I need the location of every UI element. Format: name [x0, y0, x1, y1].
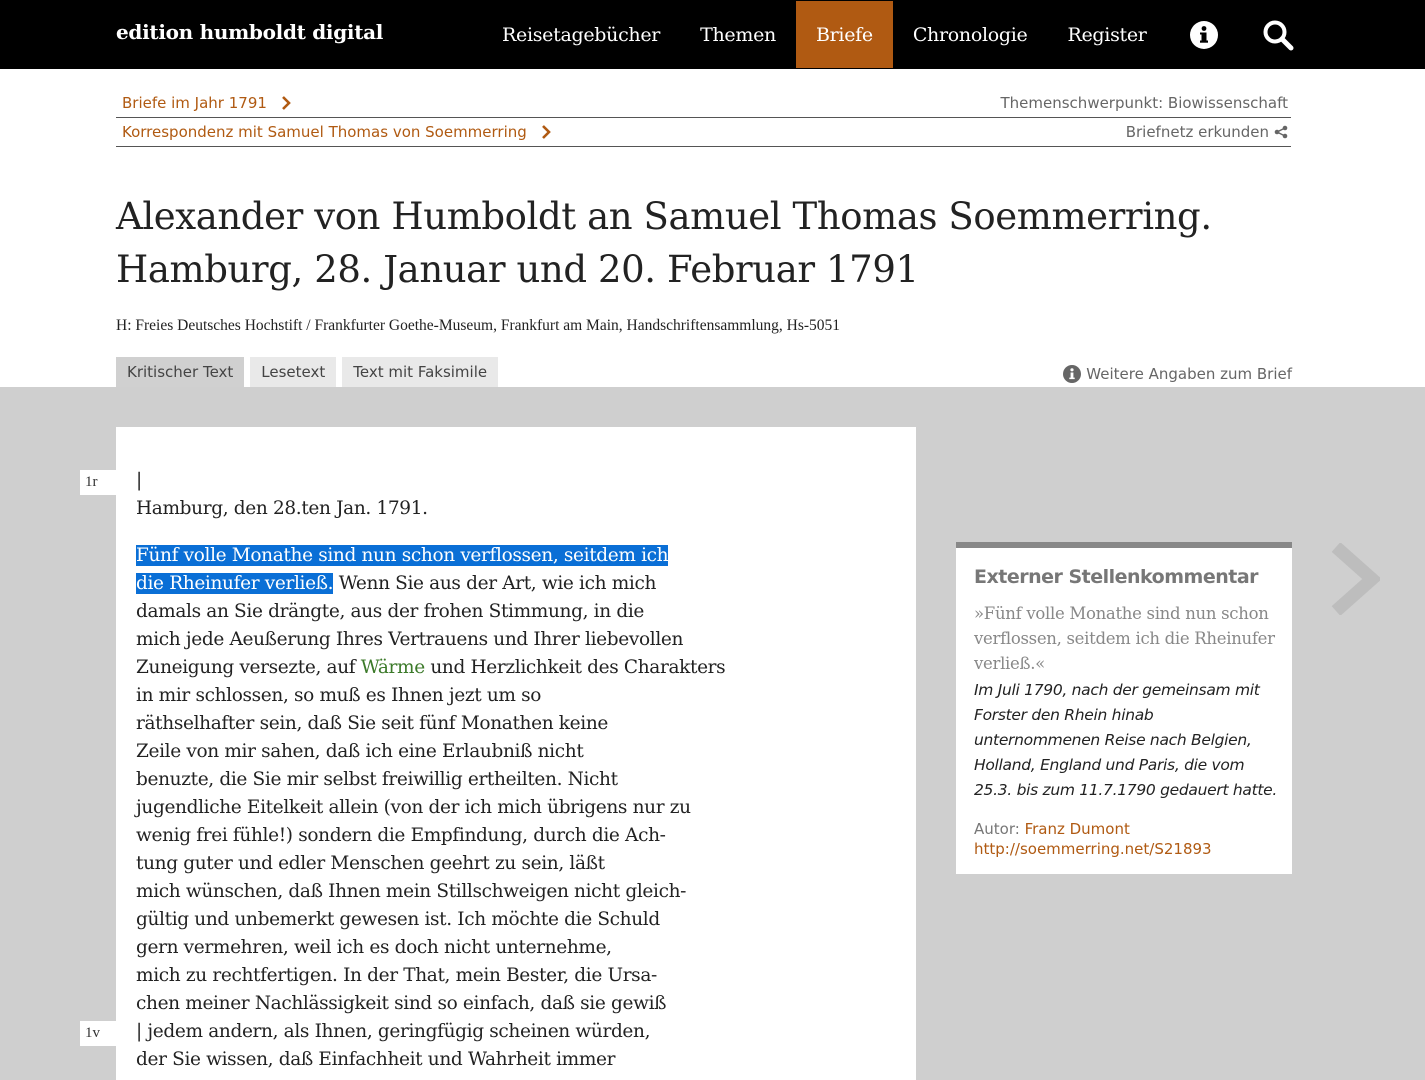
title-line-1: Alexander von Humboldt an Samuel Thomas … [116, 195, 1212, 238]
breadcrumb-label: Briefe im Jahr 1791 [122, 94, 267, 112]
page-break-marker: | [136, 470, 142, 491]
external-commentary-panel: Externer Stellenkommentar »Fünf volle Mo… [956, 542, 1292, 874]
commentary-source-link[interactable]: http://soemmerring.net/S21893 [974, 840, 1212, 858]
text-line: in mir schlossen, so muß es Ihnen jezt u… [136, 685, 542, 706]
nav-item-reisetagebuecher[interactable]: Reisetagebücher [482, 1, 680, 68]
text-line: chen meiner Nachlässigkeit sind so einfa… [136, 993, 667, 1014]
page-title: Alexander von Humboldt an Samuel Thomas … [116, 190, 1296, 296]
text-line: mich zu rechtfertigen. In der That, mein… [136, 965, 657, 986]
text-line: räthselhafter sein, daß Sie seit fünf Mo… [136, 713, 608, 734]
view-tabs: Kritischer Text Lesetext Text mit Faksim… [116, 357, 504, 387]
text-fragment: Zuneigung versezte, auf [136, 657, 361, 678]
more-info-link[interactable]: Weitere Angaben zum Brief [1063, 365, 1292, 383]
next-comment-button[interactable] [1326, 542, 1382, 620]
text-fragment: und Herzlichkeit des Charakters [424, 657, 726, 678]
letter-network-link[interactable]: Briefnetz erkunden [1126, 123, 1288, 141]
more-info-label: Weitere Angaben zum Brief [1086, 365, 1292, 383]
letter-network-label: Briefnetz erkunden [1125, 123, 1269, 141]
text-line: tung guter und edler Menschen geehrt zu … [136, 853, 605, 874]
breadcrumb-row-correspondence: Korrespondenz mit Samuel Thomas von Soem… [116, 118, 1291, 147]
tab-kritischer-text[interactable]: Kritischer Text [116, 357, 245, 387]
text-line: der Sie wissen, daß Einfachheit und Wahr… [136, 1049, 616, 1070]
text-line: damals an Sie drängte, aus der frohen St… [136, 601, 644, 622]
nav-item-themen[interactable]: Themen [680, 1, 796, 68]
text-line: gern vermehren, weil ich es doch nicht u… [136, 937, 612, 958]
text-line: Zeile von mir sahen, daß ich eine Erlaub… [136, 741, 584, 762]
text-line: mich jede Aeußerung Ihres Vertrauens und… [136, 629, 684, 650]
share-icon [1274, 125, 1288, 139]
text-line: wenig frei fühle!) sondern die Empfindun… [136, 825, 666, 846]
text-line: jugendliche Eitelkeit allein (von der ic… [136, 797, 691, 818]
letter-dateline: Hamburg, den 28.ten Jan. 1791. [136, 498, 428, 519]
chevron-right-icon [541, 125, 551, 139]
text-line: die Rheinufer verließ. Wenn Sie aus der … [136, 570, 656, 598]
text-line: | jedem andern, als Ihnen, geringfügig s… [136, 1021, 651, 1042]
manuscript-source: H: Freies Deutsches Hochstift / Frankfur… [116, 317, 841, 334]
chevron-right-icon [282, 96, 291, 110]
tab-text-mit-faksimile[interactable]: Text mit Faksimile [342, 357, 499, 387]
breadcrumb-row-year: Briefe im Jahr 1791 Themenschwerpunkt: B… [116, 89, 1291, 118]
text-line: Zuneigung versezte, auf Wärme und Herzli… [136, 654, 726, 682]
nav-item-register[interactable]: Register [1047, 1, 1166, 68]
search-button[interactable] [1241, 1, 1315, 68]
folio-label-1r: 1r [80, 470, 116, 495]
nav-item-chronologie[interactable]: Chronologie [893, 1, 1048, 68]
info-icon [1189, 20, 1218, 49]
breadcrumb-label: Korrespondenz mit Samuel Thomas von Soem… [122, 123, 527, 141]
site-brand[interactable]: edition humboldt digital [116, 20, 383, 44]
title-line-2: Hamburg, 28. Januar und 20. Februar 1791 [116, 248, 919, 291]
annotated-term[interactable]: Wärme [361, 657, 425, 678]
text-line: benuzte, die Sie mir selbst freiwillig e… [136, 769, 618, 790]
text-fragment: Wenn Sie aus der Art, wie ich mich [333, 573, 657, 594]
info-button[interactable] [1167, 1, 1241, 68]
tab-lesetext[interactable]: Lesetext [250, 357, 337, 387]
nav-item-briefe[interactable]: Briefe [795, 1, 893, 68]
breadcrumb-correspondence[interactable]: Korrespondenz mit Samuel Thomas von Soem… [122, 123, 551, 141]
selected-text[interactable]: Fünf volle Monathe sind nun schon verflo… [136, 545, 669, 566]
commentary-heading: Externer Stellenkommentar [974, 566, 1259, 588]
main-nav: Reisetagebücher Themen Briefe Chronologi… [482, 1, 1315, 68]
text-line: mich wünschen, daß Ihnen mein Stillschwe… [136, 881, 687, 902]
commentary-author: Autor: Franz Dumont [974, 820, 1130, 838]
author-label: Autor: [974, 820, 1025, 838]
search-icon [1263, 20, 1294, 50]
commentary-quote: »Fünf volle Monathe sind nun schon verfl… [974, 604, 1275, 673]
selected-text[interactable]: die Rheinufer verließ. [136, 573, 334, 594]
topic-focus-link[interactable]: Themenschwerpunkt: Biowissenschaft [1001, 94, 1289, 112]
info-icon [1063, 365, 1082, 383]
breadcrumb-letters-year[interactable]: Briefe im Jahr 1791 [122, 94, 291, 112]
folio-label-1v: 1v [80, 1021, 116, 1046]
chevron-right-icon [1331, 542, 1382, 616]
top-navigation-bar: edition humboldt digital Reisetagebücher… [0, 0, 1425, 69]
commentary-body: Im Juli 1790, nach der gemeinsam mit For… [974, 681, 1278, 799]
author-link[interactable]: Franz Dumont [1025, 820, 1130, 838]
text-line: Fünf volle Monathe sind nun schon verflo… [136, 542, 669, 570]
text-line: gültig und unbemerkt gewesen ist. Ich mö… [136, 909, 660, 930]
